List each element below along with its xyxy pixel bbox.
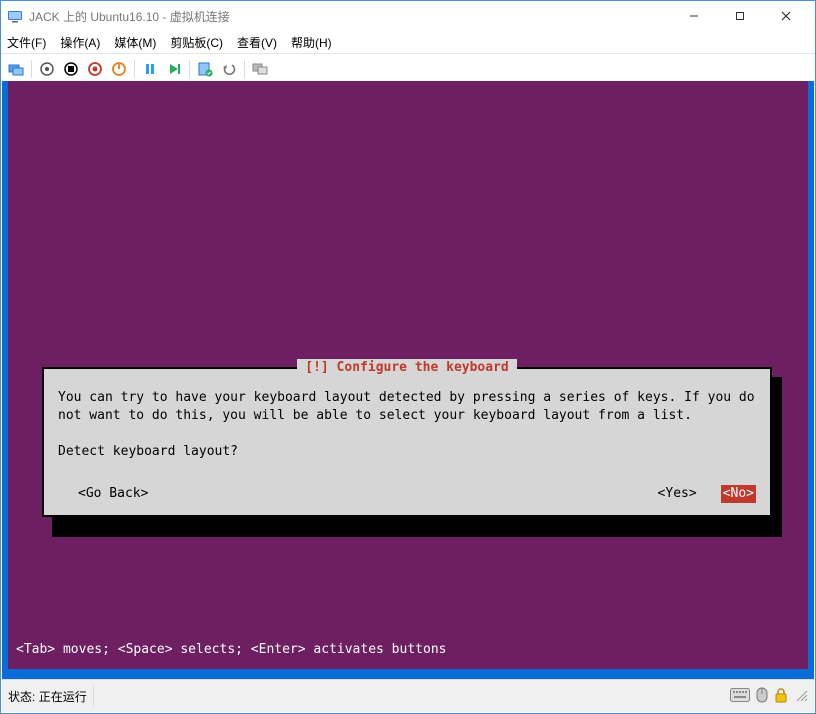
status-value: 正在运行: [39, 688, 87, 705]
mouse-icon: [756, 687, 768, 706]
start-button[interactable]: [36, 58, 58, 80]
menu-file[interactable]: 文件(F): [7, 34, 46, 51]
no-button[interactable]: <No>: [721, 485, 756, 503]
menu-view[interactable]: 查看(V): [237, 34, 277, 51]
titlebar[interactable]: JACK 上的 Ubuntu16.10 - 虚拟机连接: [1, 1, 815, 31]
menu-help[interactable]: 帮助(H): [291, 34, 332, 51]
vm-connection-window: JACK 上的 Ubuntu16.10 - 虚拟机连接 文件(F) 操作(A) …: [0, 0, 816, 714]
menu-media[interactable]: 媒体(M): [114, 34, 156, 51]
configure-keyboard-dialog: [!] Configure the keyboard You can try t…: [42, 367, 772, 517]
minimize-button[interactable]: [671, 1, 717, 31]
go-back-button[interactable]: <Go Back>: [78, 485, 148, 503]
maximize-button[interactable]: [717, 1, 763, 31]
enhanced-session-button[interactable]: [249, 58, 271, 80]
ctrl-alt-del-button[interactable]: [5, 58, 27, 80]
menubar: 文件(F) 操作(A) 媒体(M) 剪贴板(C) 查看(V) 帮助(H): [1, 31, 815, 54]
yes-button[interactable]: <Yes>: [658, 485, 697, 503]
app-icon: [7, 8, 23, 24]
revert-button[interactable]: [218, 58, 240, 80]
reset-button[interactable]: [163, 58, 185, 80]
close-button[interactable]: [763, 1, 809, 31]
window-title: JACK 上的 Ubuntu16.10 - 虚拟机连接: [29, 8, 671, 25]
turn-off-button[interactable]: [60, 58, 82, 80]
status-label: 状态:: [8, 688, 35, 705]
checkpoint-button[interactable]: [194, 58, 216, 80]
lock-icon: [774, 687, 788, 706]
keyboard-icon: [730, 688, 750, 705]
vm-display[interactable]: [!] Configure the keyboard You can try t…: [2, 81, 814, 679]
statusbar: 状态: 正在运行: [2, 679, 814, 712]
save-button[interactable]: [108, 58, 130, 80]
dialog-title: [!] Configure the keyboard: [297, 359, 517, 377]
menu-action[interactable]: 操作(A): [60, 34, 100, 51]
resize-grip-icon[interactable]: [794, 688, 808, 705]
dialog-body: You can try to have your keyboard layout…: [58, 389, 756, 461]
shut-down-button[interactable]: [84, 58, 106, 80]
pause-button[interactable]: [139, 58, 161, 80]
installer-screen: [!] Configure the keyboard You can try t…: [8, 81, 808, 669]
menu-clipboard[interactable]: 剪贴板(C): [170, 34, 223, 51]
nav-hint: <Tab> moves; <Space> selects; <Enter> ac…: [14, 640, 802, 659]
